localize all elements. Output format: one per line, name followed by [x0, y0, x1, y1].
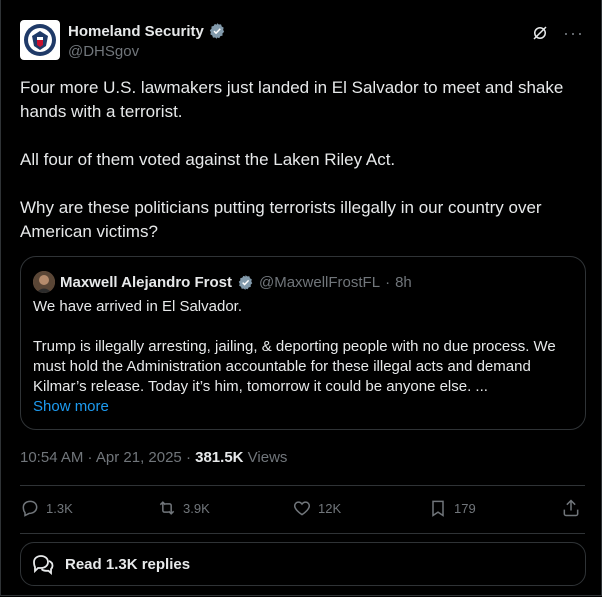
- more-icon[interactable]: ···: [563, 24, 584, 42]
- quoted-paragraph: We have arrived in El Salvador.: [33, 298, 242, 315]
- tweet-paragraph: Why are these politicians putting terror…: [20, 198, 542, 241]
- grok-icon[interactable]: [531, 24, 549, 42]
- dot-separator: ·: [385, 273, 391, 291]
- tweet-paragraph: Four more U.S. lawmakers just landed in …: [20, 78, 564, 121]
- bookmark-button[interactable]: 179: [428, 498, 476, 518]
- like-count: 12K: [318, 500, 342, 516]
- dhs-seal-icon: [24, 24, 56, 56]
- repost-icon: [159, 501, 175, 515]
- quoted-author-handle[interactable]: @MaxwellFrostFL: [259, 274, 380, 291]
- show-more-link[interactable]: Show more: [33, 397, 573, 417]
- tweet-meta: 10:54 AM · Apr 21, 2025 · 381.5K Views: [20, 449, 287, 466]
- tweet-header: Homeland Security @DHSgov ···: [20, 20, 590, 64]
- author-handle[interactable]: @DHSgov: [68, 43, 139, 60]
- repost-button[interactable]: 3.9K: [157, 498, 210, 518]
- like-icon: [293, 501, 311, 516]
- views-label: Views: [247, 449, 288, 466]
- repost-count: 3.9K: [183, 500, 210, 516]
- timestamp[interactable]: 10:54 AM · Apr 21, 2025: [20, 449, 182, 466]
- verified-icon: [209, 23, 224, 39]
- reply-button[interactable]: 1.3K: [20, 498, 73, 518]
- quoted-avatar[interactable]: [33, 271, 55, 293]
- author-avatar[interactable]: [20, 20, 60, 60]
- quoted-tweet[interactable]: Maxwell Alejandro Frost @MaxwellFrostFL …: [20, 256, 586, 430]
- bookmark-icon: [432, 500, 444, 517]
- author-name-row: Homeland Security: [68, 22, 226, 40]
- like-button[interactable]: 12K: [292, 498, 341, 518]
- share-button[interactable]: [561, 498, 581, 518]
- tweet-text: Four more U.S. lawmakers just landed in …: [20, 76, 585, 268]
- tweet-card: Homeland Security @DHSgov ··· Four more …: [0, 0, 602, 596]
- verified-icon: [238, 274, 253, 290]
- reply-count: 1.3K: [46, 500, 73, 516]
- reply-icon: [22, 500, 38, 517]
- read-replies-label: Read 1.3K replies: [65, 555, 191, 573]
- quoted-paragraph: Trump is illegally arresting, jailing, &…: [33, 338, 556, 395]
- quoted-time[interactable]: 8h: [395, 274, 412, 291]
- dot-separator: ·: [185, 449, 191, 466]
- header-actions: ···: [531, 24, 584, 42]
- chat-bubbles-icon: [33, 555, 54, 575]
- share-icon: [563, 499, 579, 517]
- quoted-header: Maxwell Alejandro Frost @MaxwellFrostFL …: [33, 271, 412, 293]
- action-bar: 1.3K 3.9K 12K 179: [20, 498, 585, 520]
- quoted-author-name[interactable]: Maxwell Alejandro Frost: [60, 274, 232, 291]
- divider: [20, 485, 585, 486]
- author-name[interactable]: Homeland Security: [68, 23, 204, 40]
- read-replies-button[interactable]: Read 1.3K replies: [20, 542, 586, 586]
- tweet-paragraph: All four of them voted against the Laken…: [20, 150, 396, 169]
- divider: [20, 533, 585, 534]
- bookmark-count: 179: [454, 500, 476, 516]
- quoted-text: We have arrived in El Salvador. Trump is…: [33, 297, 573, 417]
- person-photo-icon: [33, 271, 55, 293]
- views-count: 381.5K: [195, 449, 244, 466]
